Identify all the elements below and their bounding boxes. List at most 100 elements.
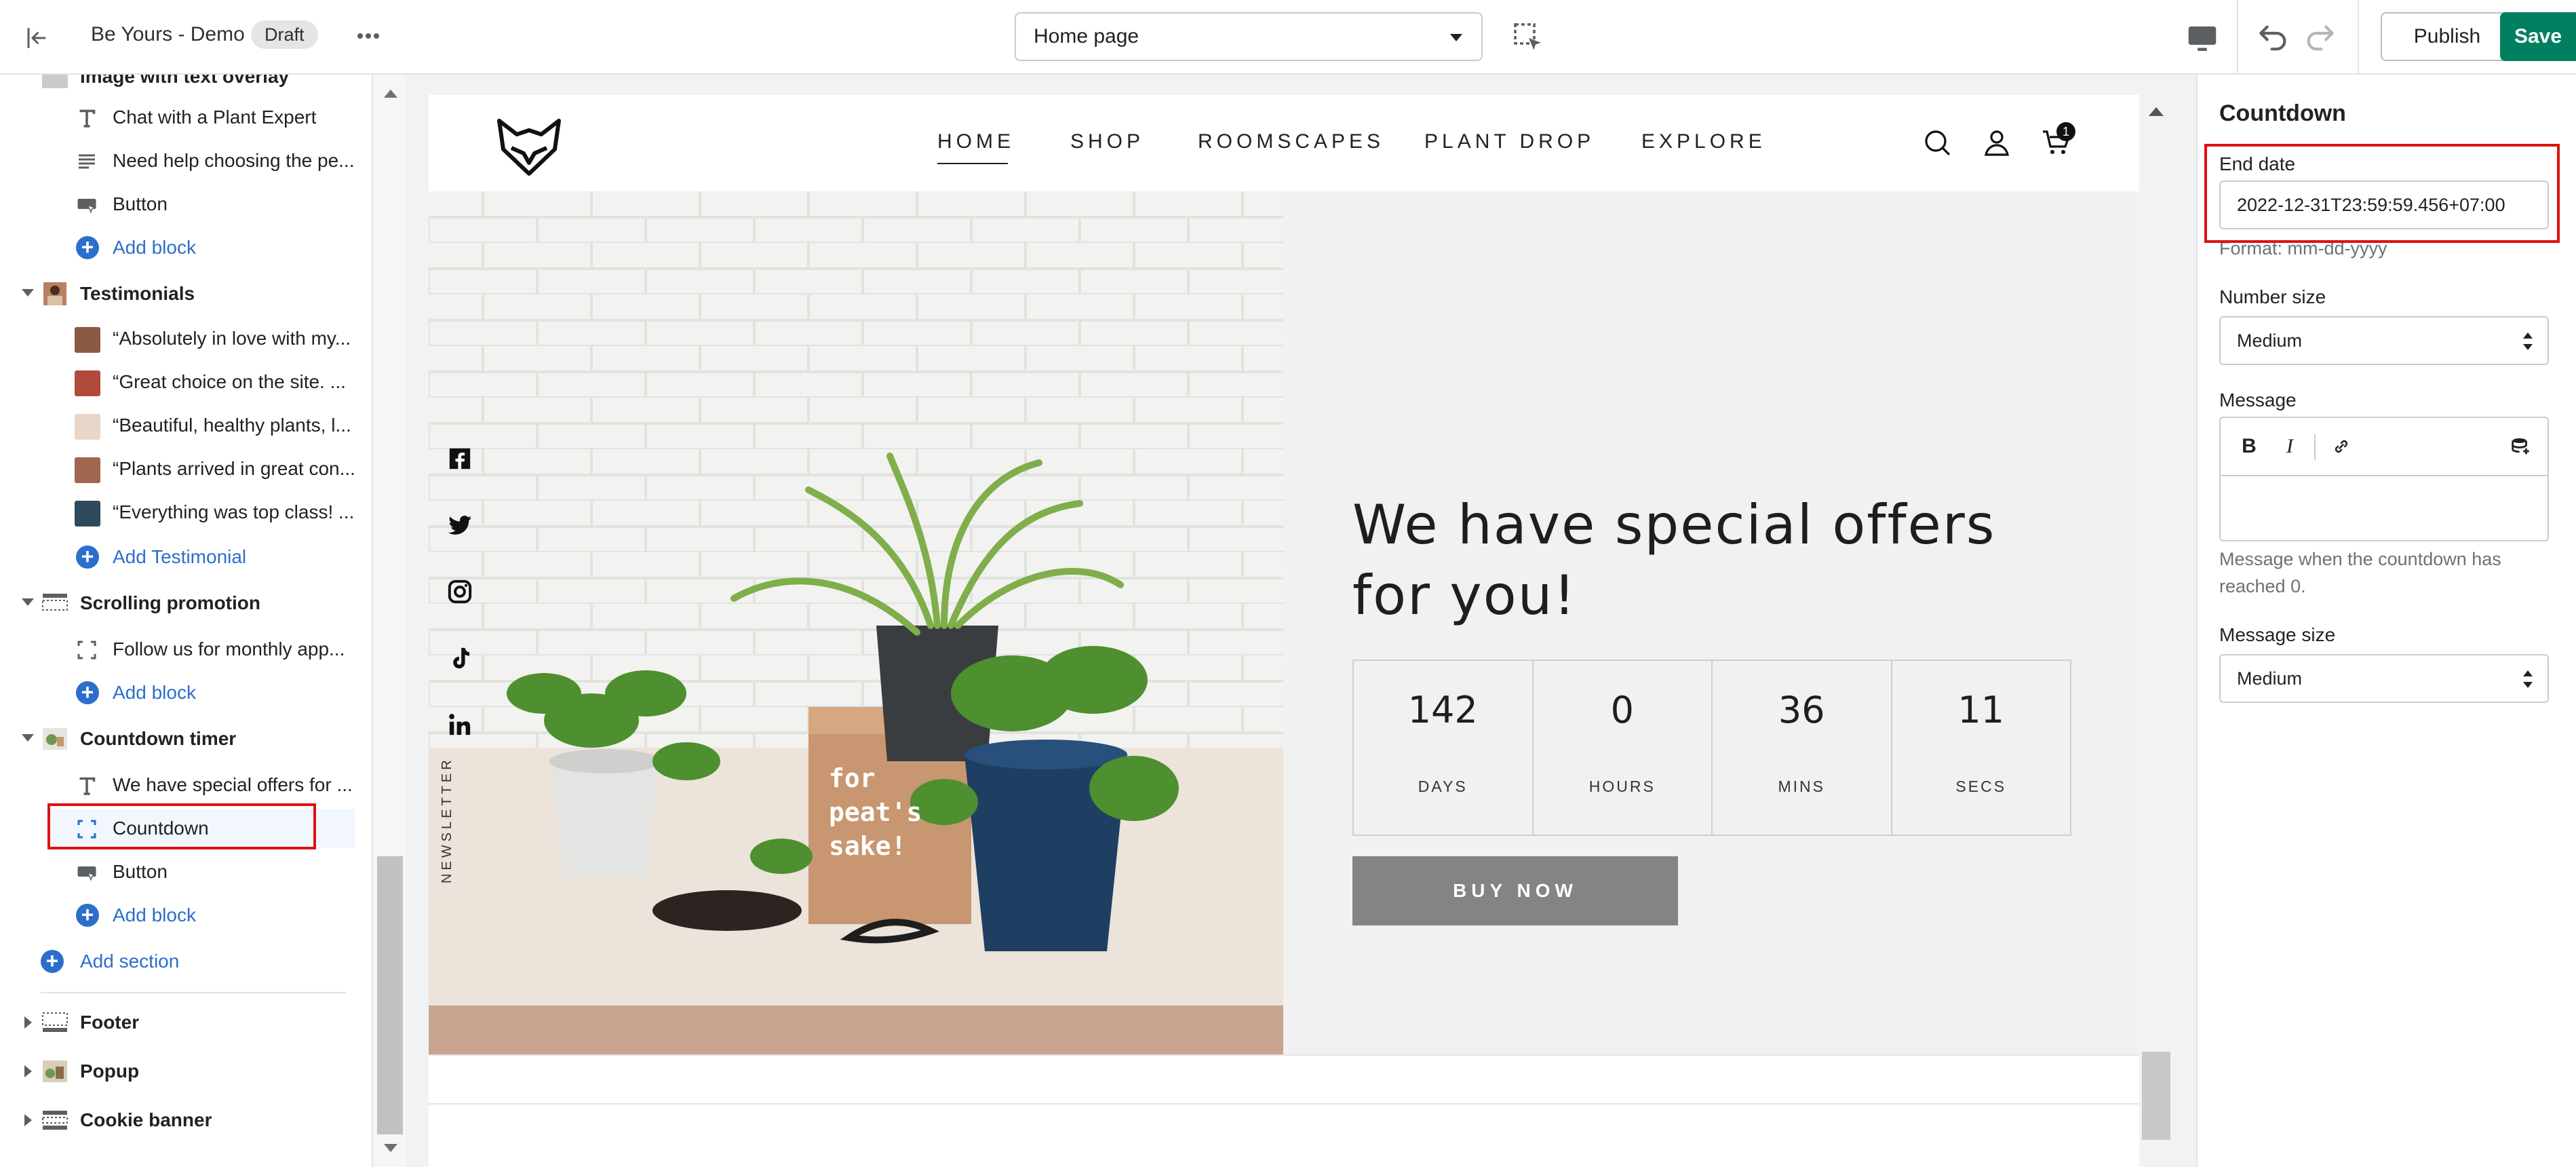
bold-icon[interactable]: B — [2234, 432, 2264, 461]
testimonial-item[interactable]: “Absolutely in love with my... — [0, 319, 372, 358]
add-block-button[interactable]: + Add block — [0, 228, 372, 267]
section-layout-icon — [41, 1107, 69, 1133]
countdown-value: 36 — [1778, 689, 1825, 731]
block-item[interactable]: Button — [0, 852, 372, 892]
block-item[interactable]: We have special offers for ... — [0, 765, 372, 805]
text-icon — [75, 106, 99, 130]
add-block-label: Add block — [113, 237, 196, 258]
cart-count-badge: 1 — [2056, 122, 2075, 141]
dynamic-source-icon[interactable] — [2505, 432, 2535, 461]
section-popup[interactable]: Popup — [0, 1052, 372, 1091]
scroll-up-icon[interactable] — [384, 90, 397, 98]
tiktok-icon[interactable] — [442, 640, 477, 676]
divider — [429, 1103, 2139, 1105]
block-item[interactable]: Follow us for monthly app... — [0, 630, 372, 669]
number-size-value: Medium — [2237, 330, 2303, 351]
block-item[interactable]: Chat with a Plant Expert — [0, 98, 372, 137]
chevron-right-icon[interactable] — [24, 1016, 32, 1029]
highlight-box — [47, 803, 316, 849]
instagram-icon[interactable] — [442, 574, 477, 609]
section-title: Countdown timer — [80, 728, 237, 749]
exit-icon[interactable] — [18, 19, 56, 57]
add-circle-icon: + — [76, 236, 99, 259]
countdown-thumb-icon — [41, 726, 69, 752]
testimonial-avatar — [75, 327, 100, 353]
nav-shop[interactable]: SHOP — [1070, 130, 1144, 153]
publish-button[interactable]: Publish — [2381, 12, 2514, 61]
chevron-down-icon[interactable] — [22, 289, 34, 296]
message-editor[interactable]: B I — [2219, 417, 2549, 541]
number-size-select[interactable]: Medium — [2219, 316, 2549, 365]
nav-explore[interactable]: EXPLORE — [1641, 130, 1766, 153]
section-cookie-banner[interactable]: Cookie banner — [0, 1101, 372, 1140]
italic-icon[interactable]: I — [2275, 432, 2305, 461]
add-testimonial-button[interactable]: + Add Testimonial — [0, 537, 372, 577]
add-section-button[interactable]: + Add section — [0, 942, 372, 981]
block-item[interactable]: Button — [0, 185, 372, 224]
message-size-select[interactable]: Medium — [2219, 654, 2549, 703]
store-name: Be Yours - Demo — [91, 23, 245, 45]
chevron-down-icon — [1450, 34, 1462, 41]
page-selector[interactable]: Home page — [1015, 12, 1483, 61]
section-testimonials[interactable]: Testimonials — [0, 274, 372, 313]
paragraph-icon — [75, 149, 99, 174]
testimonial-item[interactable]: “Plants arrived in great con... — [0, 449, 372, 489]
redo-icon[interactable] — [2301, 19, 2339, 57]
message-help: Message when the countdown has reached 0… — [2219, 549, 2501, 596]
search-icon[interactable] — [1921, 126, 1953, 159]
testimonials-thumb-icon — [41, 281, 69, 307]
save-button[interactable]: Save — [2500, 12, 2576, 61]
preview-scrollbar[interactable] — [2139, 95, 2173, 1167]
chevron-down-icon[interactable] — [22, 734, 34, 742]
chevron-right-icon[interactable] — [24, 1114, 32, 1126]
testimonial-avatar — [75, 414, 100, 440]
section-scrolling-promotion[interactable]: Scrolling promotion — [0, 584, 372, 623]
sidebar-scrollbar[interactable] — [372, 75, 406, 1167]
add-testimonial-label: Add Testimonial — [113, 546, 247, 567]
undo-icon[interactable] — [2255, 19, 2292, 57]
section-footer[interactable]: Footer — [0, 1003, 372, 1042]
chevron-down-icon[interactable] — [22, 598, 34, 606]
inspector-icon[interactable] — [1511, 20, 1546, 56]
chevron-right-icon[interactable] — [24, 1065, 32, 1077]
block-label: Button — [113, 193, 168, 214]
newsletter-tab[interactable]: NEWSLETTER — [440, 757, 455, 883]
countdown-unit: SECS — [1955, 778, 2007, 795]
scroll-down-icon[interactable] — [384, 1144, 397, 1152]
nav-plant-drop[interactable]: PLANT DROP — [1424, 130, 1595, 153]
scroll-up-icon[interactable] — [2149, 107, 2164, 116]
add-block-label: Add block — [113, 904, 196, 925]
box-text: peat's — [829, 797, 922, 827]
testimonial-item[interactable]: “Beautiful, healthy plants, l... — [0, 406, 372, 445]
block-item[interactable]: Need help choosing the pe... — [0, 141, 372, 180]
number-size-label: Number size — [2219, 286, 2326, 307]
facebook-icon[interactable] — [442, 441, 477, 476]
section-countdown-timer[interactable]: Countdown timer — [0, 719, 372, 759]
testimonial-avatar — [75, 457, 100, 483]
buy-now-button[interactable]: BUY NOW — [1352, 856, 1678, 925]
desktop-view-icon[interactable] — [2184, 20, 2221, 57]
add-block-button[interactable]: + Add block — [0, 673, 372, 712]
countdown-value: 142 — [1407, 689, 1478, 731]
account-icon[interactable] — [1980, 126, 2013, 159]
scrollbar-thumb[interactable] — [2142, 1052, 2170, 1140]
link-icon[interactable] — [2326, 432, 2356, 461]
countdown-hours: 0 HOURS — [1534, 661, 1713, 835]
section-layout-icon — [41, 1010, 69, 1035]
block-label: We have special offers for ... — [113, 774, 353, 795]
section-image-with-text-overlay[interactable]: Image with text overlay — [0, 75, 372, 96]
testimonial-item[interactable]: “Great choice on the site. ... — [0, 362, 372, 402]
nav-roomscapes[interactable]: ROOMSCAPES — [1198, 130, 1384, 153]
more-actions-icon[interactable] — [353, 20, 384, 52]
testimonial-item[interactable]: “Everything was top class! ... — [0, 493, 372, 532]
countdown-unit: HOURS — [1588, 778, 1656, 795]
scrollbar-thumb[interactable] — [377, 856, 403, 1134]
section-title: Scrolling promotion — [80, 592, 260, 613]
fox-logo[interactable] — [494, 114, 564, 179]
nav-home[interactable]: HOME — [937, 130, 1015, 153]
twitter-icon[interactable] — [442, 508, 477, 543]
linkedin-icon[interactable] — [442, 707, 477, 742]
site-header: HOME SHOP ROOMSCAPES PLANT DROP EXPLORE … — [429, 95, 2139, 191]
message-size-value: Medium — [2237, 668, 2303, 689]
add-block-button[interactable]: + Add block — [0, 896, 372, 935]
